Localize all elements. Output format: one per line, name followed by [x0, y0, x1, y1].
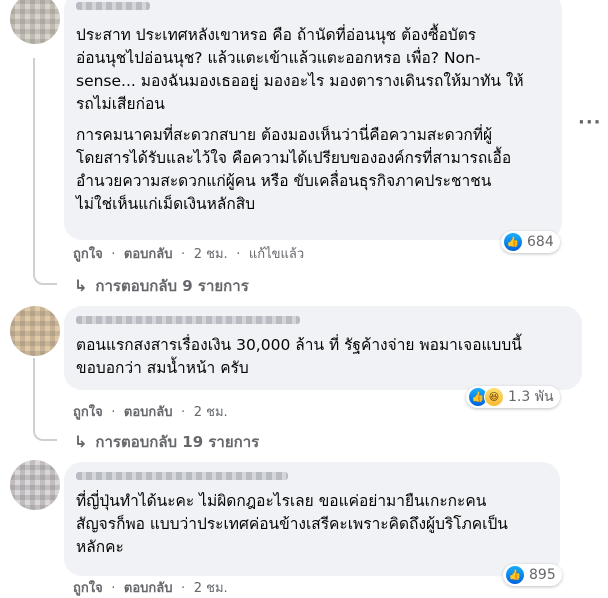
comment-bubble: ที่ญี่ปุ่นทำได้นะคะ ไม่ผิดกฎอะไรเลย ขอแค… — [64, 462, 560, 576]
reply-button[interactable]: ตอบกลับ — [124, 405, 173, 420]
like-icon: 👍 — [503, 232, 523, 252]
like-button[interactable]: ถูกใจ — [73, 581, 103, 596]
author-name[interactable] — [76, 2, 150, 10]
more-options-icon[interactable]: ··· — [578, 112, 602, 133]
edited-label: แก้ไขแล้ว — [248, 247, 305, 262]
view-replies-link[interactable]: ↳ การตอบกลับ 9 รายการ — [74, 274, 249, 298]
reaction-summary[interactable]: 👍 😆 1.3 พัน — [466, 386, 560, 408]
view-replies-link[interactable]: ↳ การตอบกลับ 19 รายการ — [74, 430, 259, 454]
like-button[interactable]: ถูกใจ — [73, 405, 103, 420]
haha-icon: 😆 — [484, 387, 504, 407]
like-button[interactable]: ถูกใจ — [73, 247, 103, 262]
reply-arrow-icon: ↳ — [74, 276, 88, 295]
avatar[interactable] — [10, 460, 60, 510]
comment-text: ที่ญี่ปุ่นทำได้นะคะ ไม่ผิดกฎอะไรเลย ขอแค… — [76, 492, 508, 556]
author-name[interactable] — [76, 316, 300, 324]
comment-text: การคมนาคมที่สะดวกสบาย ต้องมองเห็นว่านี่ค… — [76, 126, 512, 213]
comment-bubble: ตอนแรกสงสารเรื่องเงิน 30,000 ล้าน ที่ รั… — [64, 306, 582, 390]
reaction-summary[interactable]: 👍 895 — [503, 564, 562, 586]
reaction-count: 895 — [529, 567, 556, 583]
author-name[interactable] — [76, 472, 288, 480]
comment-bubble: ประสาท ประเทศหลังเขาหรอ คือ ถ้านัดที่อ่อ… — [64, 0, 562, 240]
timestamp[interactable]: 2 ชม. — [194, 581, 228, 596]
avatar[interactable] — [10, 0, 60, 44]
comment-text: ตอนแรกสงสารเรื่องเงิน 30,000 ล้าน ที่ รั… — [76, 336, 522, 377]
reply-connector — [33, 423, 57, 441]
reply-button[interactable]: ตอบกลับ — [124, 581, 173, 596]
reply-button[interactable]: ตอบกลับ — [124, 247, 173, 262]
thread-line — [33, 358, 35, 428]
timestamp[interactable]: 2 ชม. — [194, 247, 228, 262]
comment-actions: ถูกใจ · ตอบกลับ · 2 ชม. — [73, 581, 228, 596]
comment-actions: ถูกใจ · ตอบกลับ · 2 ชม. — [73, 405, 228, 420]
reply-connector — [33, 267, 57, 285]
comment-text: ประสาท ประเทศหลังเขาหรอ คือ ถ้านัดที่อ่อ… — [76, 26, 524, 113]
timestamp[interactable]: 2 ชม. — [194, 405, 228, 420]
reaction-count: 684 — [527, 234, 554, 250]
comment-actions: ถูกใจ · ตอบกลับ · 2 ชม. · แก้ไขแล้ว — [73, 247, 305, 262]
like-icon: 👍 — [505, 565, 525, 585]
reaction-summary[interactable]: 👍 684 — [501, 231, 560, 253]
thread-line — [33, 58, 35, 272]
avatar[interactable] — [10, 306, 60, 356]
reply-arrow-icon: ↳ — [74, 432, 88, 451]
reaction-count: 1.3 พัน — [508, 389, 554, 405]
